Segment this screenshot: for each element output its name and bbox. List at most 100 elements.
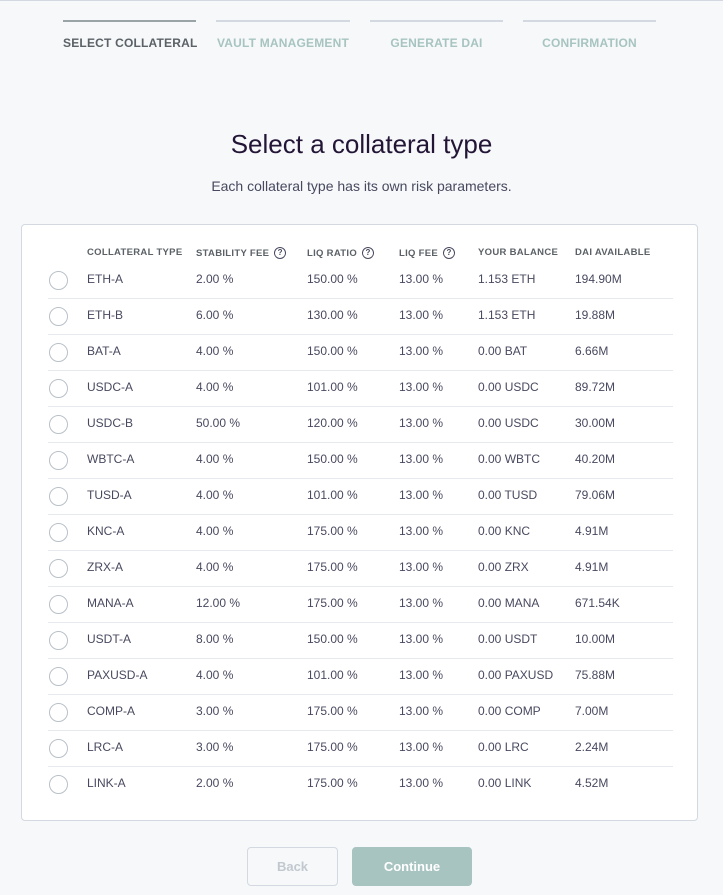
step-progress-bar bbox=[63, 20, 196, 22]
cell-liq-ratio: 150.00 % bbox=[307, 632, 358, 646]
cell-your-balance: 0.00 ZRX bbox=[478, 560, 529, 574]
cell-collateral-type: WBTC-A bbox=[87, 452, 135, 466]
table-row[interactable]: LRC-A 3.00 % 175.00 % 13.00 % 0.00 LRC 2.24M bbox=[22, 731, 699, 767]
table-row[interactable]: USDC-B 50.00 % 120.00 % 13.00 % 0.00 USDC 30.… bbox=[22, 407, 699, 443]
collateral-radio[interactable] bbox=[49, 271, 68, 290]
cell-dai-available: 6.66M bbox=[575, 344, 609, 358]
table-row[interactable]: LINK-A 2.00 % 175.00 % 13.00 % 0.00 LINK 4.52… bbox=[22, 767, 699, 803]
cell-dai-available: 194.90M bbox=[575, 272, 622, 286]
step-label: GENERATE DAI bbox=[390, 36, 483, 50]
table-row[interactable]: PAXUSD-A 4.00 % 101.00 % 13.00 % 0.00 PAXUSD… bbox=[22, 659, 699, 695]
header-liq-ratio: LIQ RATIO ? bbox=[307, 247, 375, 259]
help-icon[interactable]: ? bbox=[274, 247, 287, 259]
table-row[interactable]: ETH-B 6.00 % 130.00 % 13.00 % 1.153 ETH 19.88… bbox=[22, 299, 699, 335]
collateral-radio[interactable] bbox=[49, 739, 68, 758]
collateral-radio[interactable] bbox=[49, 343, 68, 362]
table-row[interactable]: TUSD-A 4.00 % 101.00 % 13.00 % 0.00 TUSD 79.0… bbox=[22, 479, 699, 515]
cell-dai-available: 4.52M bbox=[575, 776, 609, 790]
cell-liq-fee: 13.00 % bbox=[399, 560, 444, 574]
collateral-radio[interactable] bbox=[49, 487, 68, 506]
collateral-radio[interactable] bbox=[49, 451, 68, 470]
header-label: COLLATERAL TYPE bbox=[87, 247, 183, 258]
collateral-radio[interactable] bbox=[49, 523, 68, 542]
cell-liq-ratio: 101.00 % bbox=[307, 668, 358, 682]
step-progress-bar bbox=[216, 20, 350, 22]
header-dai-available: DAI AVAILABLE bbox=[575, 247, 651, 258]
collateral-radio[interactable] bbox=[49, 415, 68, 434]
header-label: YOUR BALANCE bbox=[478, 247, 559, 258]
header-collateral-type: COLLATERAL TYPE bbox=[87, 247, 182, 258]
collateral-radio[interactable] bbox=[49, 559, 68, 578]
cell-liq-fee: 13.00 % bbox=[399, 704, 444, 718]
cell-liq-ratio: 101.00 % bbox=[307, 380, 358, 394]
collateral-radio[interactable] bbox=[49, 379, 68, 398]
cell-liq-fee: 13.00 % bbox=[399, 488, 444, 502]
back-button[interactable]: Back bbox=[247, 847, 338, 886]
cell-liq-ratio: 130.00 % bbox=[307, 308, 358, 322]
help-icon[interactable]: ? bbox=[443, 247, 456, 259]
cell-dai-available: 40.20M bbox=[575, 452, 616, 466]
table-row[interactable]: WBTC-A 4.00 % 150.00 % 13.00 % 0.00 WBTC 40.2… bbox=[22, 443, 699, 479]
cell-your-balance: 0.00 WBTC bbox=[478, 452, 541, 466]
collateral-radio[interactable] bbox=[49, 631, 68, 650]
table-row[interactable]: ETH-A 2.00 % 150.00 % 13.00 % 1.153 ETH 194.9… bbox=[22, 263, 699, 299]
cell-collateral-type: BAT-A bbox=[87, 344, 121, 358]
cell-your-balance: 1.153 ETH bbox=[478, 308, 536, 322]
collateral-radio[interactable] bbox=[49, 667, 68, 686]
header-label: STABILITY FEE bbox=[196, 247, 270, 259]
help-icon[interactable]: ? bbox=[362, 247, 375, 259]
collateral-radio[interactable] bbox=[49, 595, 68, 614]
cell-dai-available: 89.72M bbox=[575, 380, 616, 394]
cell-dai-available: 4.91M bbox=[575, 560, 609, 574]
table-row[interactable]: USDC-A 4.00 % 101.00 % 13.00 % 0.00 USDC 89.7… bbox=[22, 371, 699, 407]
step-generate-dai: GENERATE DAI bbox=[370, 20, 503, 60]
cell-liq-ratio: 150.00 % bbox=[307, 452, 358, 466]
cell-stability-fee: 3.00 % bbox=[196, 704, 234, 718]
cell-stability-fee: 2.00 % bbox=[196, 272, 234, 286]
cell-stability-fee: 4.00 % bbox=[196, 560, 234, 574]
cell-collateral-type: PAXUSD-A bbox=[87, 668, 148, 682]
cell-dai-available: 4.91M bbox=[575, 524, 609, 538]
cell-collateral-type: ETH-B bbox=[87, 308, 123, 322]
cell-dai-available: 2.24M bbox=[575, 740, 609, 754]
table-row[interactable]: KNC-A 4.00 % 175.00 % 13.00 % 0.00 KNC 4.91M bbox=[22, 515, 699, 551]
collateral-table-card: COLLATERAL TYPE STABILITY FEE ? LIQ RATI… bbox=[21, 224, 698, 821]
header-label: DAI AVAILABLE bbox=[575, 247, 651, 258]
cell-liq-ratio: 175.00 % bbox=[307, 560, 358, 574]
cell-liq-ratio: 175.00 % bbox=[307, 704, 358, 718]
cell-stability-fee: 4.00 % bbox=[196, 524, 234, 538]
table-row[interactable]: COMP-A 3.00 % 175.00 % 13.00 % 0.00 COMP 7.00… bbox=[22, 695, 699, 731]
cell-dai-available: 10.00M bbox=[575, 632, 616, 646]
cell-stability-fee: 4.00 % bbox=[196, 488, 234, 502]
cell-liq-fee: 13.00 % bbox=[399, 668, 444, 682]
collateral-radio[interactable] bbox=[49, 703, 68, 722]
cell-liq-ratio: 120.00 % bbox=[307, 416, 358, 430]
cell-liq-ratio: 150.00 % bbox=[307, 344, 358, 358]
step-label: VAULT MANAGEMENT bbox=[216, 36, 350, 50]
collateral-radio[interactable] bbox=[49, 775, 68, 794]
cell-liq-fee: 13.00 % bbox=[399, 632, 444, 646]
table-row[interactable]: ZRX-A 4.00 % 175.00 % 13.00 % 0.00 ZRX 4.91M bbox=[22, 551, 699, 587]
table-row[interactable]: MANA-A 12.00 % 175.00 % 13.00 % 0.00 MANA 671… bbox=[22, 587, 699, 623]
cell-dai-available: 30.00M bbox=[575, 416, 616, 430]
cell-collateral-type: LINK-A bbox=[87, 776, 126, 790]
step-progress-bar bbox=[523, 20, 656, 22]
cell-your-balance: 0.00 USDT bbox=[478, 632, 538, 646]
cell-your-balance: 0.00 BAT bbox=[478, 344, 528, 358]
cell-liq-fee: 13.00 % bbox=[399, 380, 444, 394]
cell-collateral-type: ZRX-A bbox=[87, 560, 123, 574]
cell-dai-available: 19.88M bbox=[575, 308, 616, 322]
cell-stability-fee: 8.00 % bbox=[196, 632, 234, 646]
cell-liq-fee: 13.00 % bbox=[399, 272, 444, 286]
table-row[interactable]: BAT-A 4.00 % 150.00 % 13.00 % 0.00 BAT 6.66M bbox=[22, 335, 699, 371]
continue-button[interactable]: Continue bbox=[352, 847, 472, 886]
cell-your-balance: 0.00 USDC bbox=[478, 380, 539, 394]
cell-stability-fee: 4.00 % bbox=[196, 452, 234, 466]
header-liq-fee: LIQ FEE ? bbox=[399, 247, 456, 259]
page: SELECT COLLATERAL VAULT MANAGEMENT GENER… bbox=[0, 0, 723, 895]
table-row[interactable]: USDT-A 8.00 % 150.00 % 13.00 % 0.00 USDT 10.0… bbox=[22, 623, 699, 659]
cell-liq-fee: 13.00 % bbox=[399, 740, 444, 754]
cell-stability-fee: 50.00 % bbox=[196, 416, 241, 430]
cell-stability-fee: 4.00 % bbox=[196, 668, 234, 682]
collateral-radio[interactable] bbox=[49, 307, 68, 326]
